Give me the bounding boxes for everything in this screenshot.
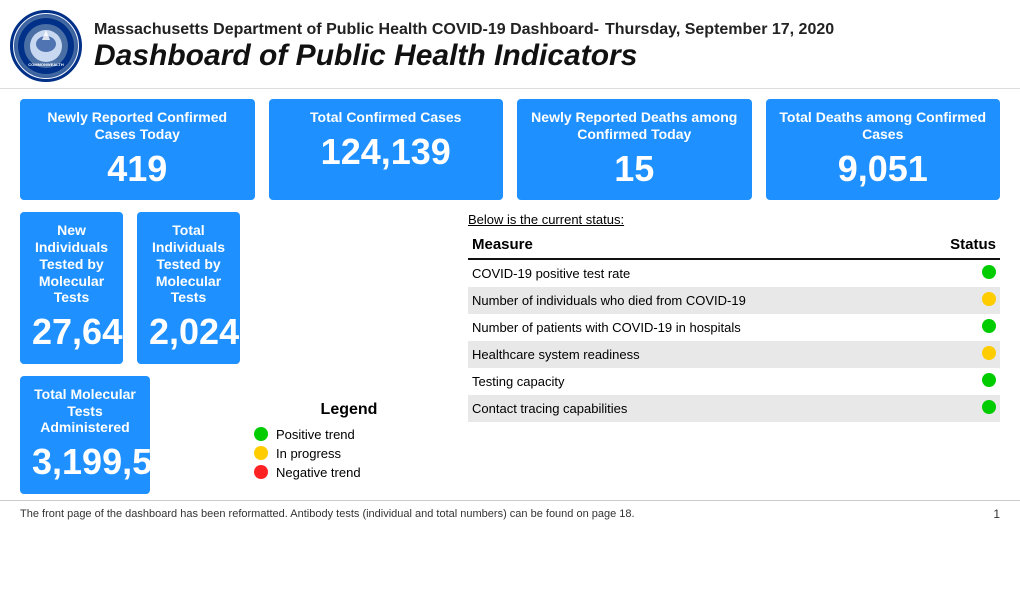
status-measure: Testing capacity: [468, 368, 946, 395]
stat-value-new-tested: 27,644: [32, 312, 111, 352]
svg-text:COMMONWEALTH: COMMONWEALTH: [28, 62, 64, 67]
logo: COMMONWEALTH: [10, 10, 82, 82]
status-dot-cell: [946, 287, 1000, 314]
stats-row-2: New Individuals Tested by Molecular Test…: [20, 212, 240, 364]
legend-label-positive: Positive trend: [276, 427, 355, 442]
stat-card-new-tested: New Individuals Tested by Molecular Test…: [20, 212, 123, 364]
legend-title: Legend: [254, 401, 444, 419]
stat-value-total-cases: 124,139: [281, 132, 492, 172]
status-table: Measure Status COVID-19 positive test ra…: [468, 233, 1000, 422]
col-header-measure: Measure: [468, 233, 946, 259]
stat-label-new-deaths: Newly Reported Deaths among Confirmed To…: [529, 109, 740, 143]
stat-card-new-cases: Newly Reported Confirmed Cases Today 419: [20, 99, 255, 200]
stat-label-new-cases: Newly Reported Confirmed Cases Today: [32, 109, 243, 143]
stat-value-total-deaths: 9,051: [778, 149, 989, 189]
legend-label-inprogress: In progress: [276, 446, 341, 461]
status-measure: Contact tracing capabilities: [468, 395, 946, 422]
status-dot-yellow: [982, 346, 996, 360]
main-content: Newly Reported Confirmed Cases Today 419…: [0, 89, 1020, 500]
stat-value-new-cases: 419: [32, 149, 243, 189]
status-dot-green: [982, 373, 996, 387]
status-dot-green: [982, 319, 996, 333]
status-dot-cell: [946, 259, 1000, 287]
stat-value-total-tested: 2,024,306: [149, 312, 228, 352]
stat-value-total-mol: 3,199,563: [32, 442, 138, 482]
table-row: COVID-19 positive test rate: [468, 259, 1000, 287]
positive-trend-dot: [254, 427, 268, 441]
status-dot-green: [982, 265, 996, 279]
stat-label-total-deaths: Total Deaths among Confirmed Cases: [778, 109, 989, 143]
stats-row-1: Newly Reported Confirmed Cases Today 419…: [20, 99, 1000, 200]
legend-item-inprogress: In progress: [254, 446, 444, 461]
legend-label-negative: Negative trend: [276, 465, 361, 480]
legend-section: Legend Positive trend In progress Negati…: [254, 212, 444, 494]
status-measure: Number of individuals who died from COVI…: [468, 287, 946, 314]
table-row: Number of individuals who died from COVI…: [468, 287, 1000, 314]
col-header-status: Status: [946, 233, 1000, 259]
header-top-line: Massachusetts Department of Public Healt…: [94, 21, 1005, 39]
bottom-row: New Individuals Tested by Molecular Test…: [20, 212, 1000, 494]
footer-note: The front page of the dashboard has been…: [20, 508, 635, 520]
status-dot-yellow: [982, 292, 996, 306]
stat-card-total-cases: Total Confirmed Cases 124,139: [269, 99, 504, 200]
stat-label-new-tested: New Individuals Tested by Molecular Test…: [32, 222, 111, 306]
table-row: Number of patients with COVID-19 in hosp…: [468, 314, 1000, 341]
status-dot-cell: [946, 368, 1000, 395]
status-dot-cell: [946, 395, 1000, 422]
table-row: Testing capacity: [468, 368, 1000, 395]
stat-label-total-mol: Total Molecular Tests Administered: [32, 386, 138, 436]
table-row: Healthcare system readiness: [468, 341, 1000, 368]
status-subtitle: Below is the current status:: [468, 212, 1000, 227]
status-section: Below is the current status: Measure Sta…: [458, 212, 1000, 494]
legend-item-positive: Positive trend: [254, 427, 444, 442]
stat-card-total-mol-tests: Total Molecular Tests Administered 3,199…: [20, 376, 150, 494]
inprogress-trend-dot: [254, 446, 268, 460]
stat-card-total-tested: Total Individuals Tested by Molecular Te…: [137, 212, 240, 364]
status-measure: COVID-19 positive test rate: [468, 259, 946, 287]
negative-trend-dot: [254, 465, 268, 479]
table-row: Contact tracing capabilities: [468, 395, 1000, 422]
footer-page: 1: [993, 507, 1000, 521]
logo-svg: COMMONWEALTH: [16, 16, 76, 76]
stat-card-total-deaths: Total Deaths among Confirmed Cases 9,051: [766, 99, 1001, 200]
left-col: New Individuals Tested by Molecular Test…: [20, 212, 240, 494]
stat-label-total-cases: Total Confirmed Cases: [281, 109, 492, 126]
header-text: Massachusetts Department of Public Healt…: [94, 21, 1005, 72]
status-dot-cell: [946, 314, 1000, 341]
status-measure: Healthcare system readiness: [468, 341, 946, 368]
logo-inner: COMMONWEALTH: [14, 14, 78, 78]
page-title: Dashboard of Public Health Indicators: [94, 39, 1005, 72]
footer: The front page of the dashboard has been…: [0, 500, 1020, 527]
header: COMMONWEALTH Massachusetts Department of…: [0, 0, 1020, 89]
status-dot-green: [982, 400, 996, 414]
stat-label-total-tested: Total Individuals Tested by Molecular Te…: [149, 222, 228, 306]
status-dot-cell: [946, 341, 1000, 368]
stats-row-3: Total Molecular Tests Administered 3,199…: [20, 376, 240, 494]
stat-card-new-deaths: Newly Reported Deaths among Confirmed To…: [517, 99, 752, 200]
legend-item-negative: Negative trend: [254, 465, 444, 480]
stat-value-new-deaths: 15: [529, 149, 740, 189]
status-measure: Number of patients with COVID-19 in hosp…: [468, 314, 946, 341]
